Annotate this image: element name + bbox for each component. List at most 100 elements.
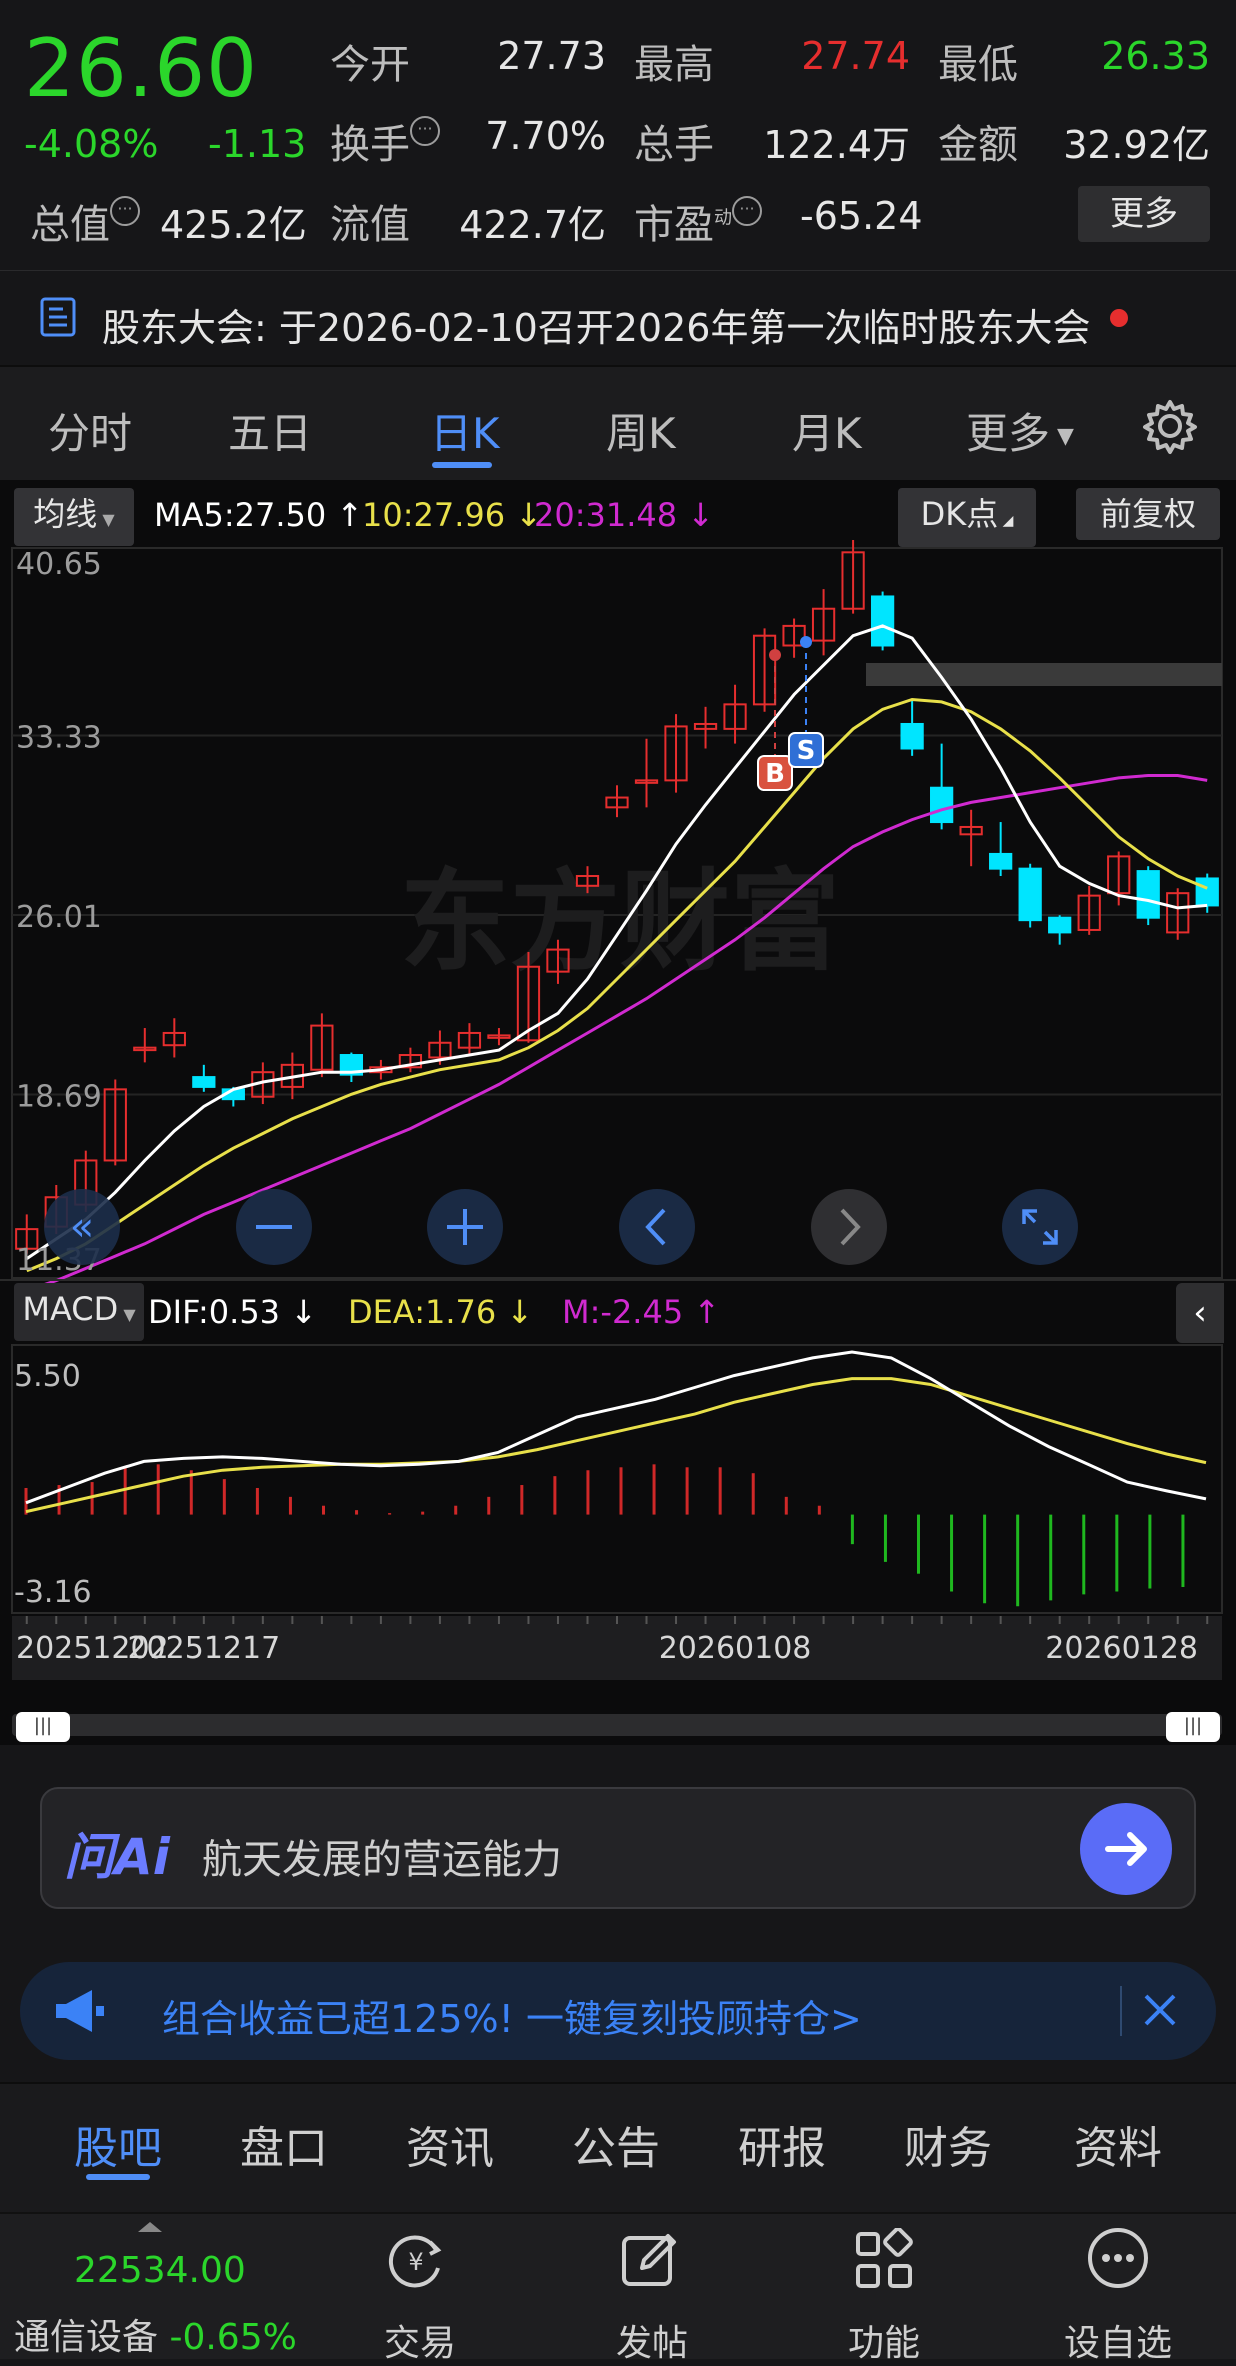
nav-add-watchlist[interactable]: 设自选 — [1064, 2314, 1172, 2366]
macd-plot-frame — [11, 1344, 1223, 1614]
more-button[interactable]: 更多 — [1078, 186, 1210, 242]
arrow-down-icon: ↓ — [280, 1293, 318, 1331]
date-axis: 2025120220251217 20260108 20260128 — [12, 1616, 1222, 1680]
info-icon[interactable]: ··· — [410, 116, 440, 146]
tab-more-label: 更多 — [966, 409, 1051, 458]
ma20-text: 20:31.48 — [534, 496, 678, 534]
ai-search-box[interactable]: 问Ai 航天发展的营运能力 — [40, 1787, 1196, 1909]
index-value[interactable]: 22534.00 — [74, 2250, 246, 2291]
subtab-profile[interactable]: 资料 — [1074, 2112, 1162, 2176]
close-icon[interactable] — [1140, 1990, 1180, 2030]
arrow-right-icon — [1105, 1832, 1147, 1866]
pe-label[interactable]: 市盈动 ··· — [634, 192, 762, 250]
adjust-button[interactable]: 前复权 — [1076, 488, 1220, 540]
promo-banner[interactable]: 组合收益已超125%! 一键复刻投顾持仓> — [20, 1962, 1216, 2060]
tab-monthly-k[interactable]: 月K — [792, 400, 862, 461]
high-value: 27.74 — [801, 34, 910, 78]
nav-post[interactable]: 发帖 — [616, 2314, 688, 2366]
chevron-left-icon: ‹ — [1193, 1293, 1207, 1333]
price-axis-label: 33.33 — [16, 721, 102, 756]
range-slider-track[interactable] — [12, 1714, 1222, 1736]
subtab-pankou[interactable]: 盘口 — [240, 2112, 328, 2176]
index-label: 通信设备 — [14, 2317, 159, 2358]
ai-logo: 问Ai — [64, 1828, 170, 1886]
active-subtab-indicator — [86, 2174, 150, 2180]
info-icon[interactable]: ··· — [110, 196, 140, 226]
candle-body — [870, 595, 895, 647]
bs-markers[interactable]: B S — [757, 636, 824, 791]
tab-daily-k[interactable]: 日K — [430, 400, 500, 461]
ma-dropdown[interactable]: 均线 ▼ — [14, 488, 134, 546]
range-handle-right[interactable]: ||| — [1166, 1712, 1220, 1742]
sell-dot — [800, 636, 812, 648]
candle-body — [1048, 916, 1072, 934]
dea-readout: DEA:1.76 ↓ — [348, 1293, 533, 1331]
kline-svg[interactable]: 东方财富 40.6533.3326.0118.6911.37 B S « 5.5… — [0, 540, 1236, 1745]
info-icon[interactable]: ··· — [732, 196, 762, 226]
high-label: 最高 — [634, 42, 714, 88]
dk-point-label: DK点 — [920, 495, 999, 533]
price-axis-label: 18.69 — [16, 1080, 102, 1115]
subtab-finance[interactable]: 财务 — [904, 2112, 992, 2176]
tab-more[interactable]: 更多 ▼ — [966, 400, 1074, 461]
grid-apps-icon[interactable] — [852, 2228, 916, 2292]
float-label: 流值 — [330, 202, 410, 248]
date-label: 20260128 — [1045, 1631, 1198, 1666]
nav-trade[interactable]: 交易 — [384, 2314, 456, 2366]
tab-wuri[interactable]: 五日 — [228, 400, 312, 461]
ma10-text: 10:27.96 — [362, 496, 506, 534]
ai-query-text[interactable]: 航天发展的营运能力 — [202, 1827, 562, 1885]
index-change: -0.65% — [169, 2317, 297, 2358]
subtab-research[interactable]: 研报 — [738, 2112, 826, 2176]
subtab-announcements[interactable]: 公告 — [572, 2112, 660, 2176]
mktcap-label-text: 总值 — [30, 202, 110, 248]
price-axis-label: 40.65 — [16, 547, 102, 582]
fullscreen-button[interactable] — [1002, 1189, 1078, 1265]
pe-value: -65.24 — [800, 194, 923, 238]
promo-text[interactable]: 组合收益已超125%! 一键复刻投顾持仓> — [162, 1988, 862, 2043]
range-handle-left[interactable]: ||| — [16, 1712, 70, 1742]
turnover-label[interactable]: 换手 ··· — [330, 112, 440, 170]
macd-layer — [24, 1350, 1207, 1607]
tab-weekly-k[interactable]: 周K — [606, 400, 676, 461]
mktcap-label[interactable]: 总值 ··· — [30, 192, 140, 250]
dk-point-button[interactable]: DK点 ◢ — [898, 488, 1036, 547]
caret-down-icon: ▼ — [1050, 424, 1074, 449]
edit-post-icon[interactable] — [618, 2228, 682, 2292]
gear-icon[interactable] — [1140, 396, 1200, 456]
arrow-down-icon: ↓ — [677, 496, 715, 534]
next-button[interactable] — [811, 1189, 887, 1265]
more-dots-icon[interactable] — [1086, 2226, 1150, 2290]
arrow-up-icon: ↑ — [683, 1293, 721, 1331]
active-tab-indicator — [432, 462, 492, 468]
document-icon — [40, 297, 76, 337]
prev-button[interactable] — [619, 1189, 695, 1265]
ma10-readout: 10:27.96 ↓ — [362, 496, 542, 534]
caret-down-icon: ▼ — [118, 1305, 136, 1324]
corner-triangle-icon: ◢ — [998, 513, 1014, 529]
index-info[interactable]: 通信设备 -0.65% — [14, 2308, 297, 2360]
mktcap-value: 425.2亿 — [160, 203, 307, 247]
float-value: 422.7亿 — [459, 203, 606, 247]
ai-submit-button[interactable] — [1080, 1803, 1172, 1895]
tab-fenshi[interactable]: 分时 — [48, 400, 132, 461]
svg-text:¥: ¥ — [408, 2248, 423, 2276]
subtab-guba[interactable]: 股吧 — [74, 2112, 162, 2176]
low-value: 26.33 — [1101, 34, 1210, 78]
subtab-news[interactable]: 资讯 — [406, 2112, 494, 2176]
dif-text: DIF:0.53 — [148, 1293, 281, 1331]
dif-readout: DIF:0.53 ↓ — [148, 1293, 317, 1331]
sell-marker-label: S — [797, 736, 816, 766]
macd-dropdown[interactable]: MACD ▼ — [14, 1283, 144, 1341]
resistance-band — [866, 663, 1222, 686]
notice-row[interactable]: 股东大会: 于2026-02-10召开2026年第一次临时股东大会 — [0, 270, 1236, 365]
unread-dot — [1110, 309, 1128, 327]
collapse-button[interactable]: ‹ — [1176, 1283, 1224, 1343]
amount-value: 32.92亿 — [1063, 123, 1210, 167]
trade-icon[interactable]: ¥ — [384, 2228, 448, 2292]
macd-dropdown-label: MACD — [22, 1290, 119, 1328]
megaphone-icon — [56, 1990, 104, 2032]
amount-label: 金额 — [938, 122, 1018, 168]
arrow-down-icon: ↓ — [496, 1293, 534, 1331]
nav-functions[interactable]: 功能 — [848, 2314, 920, 2366]
